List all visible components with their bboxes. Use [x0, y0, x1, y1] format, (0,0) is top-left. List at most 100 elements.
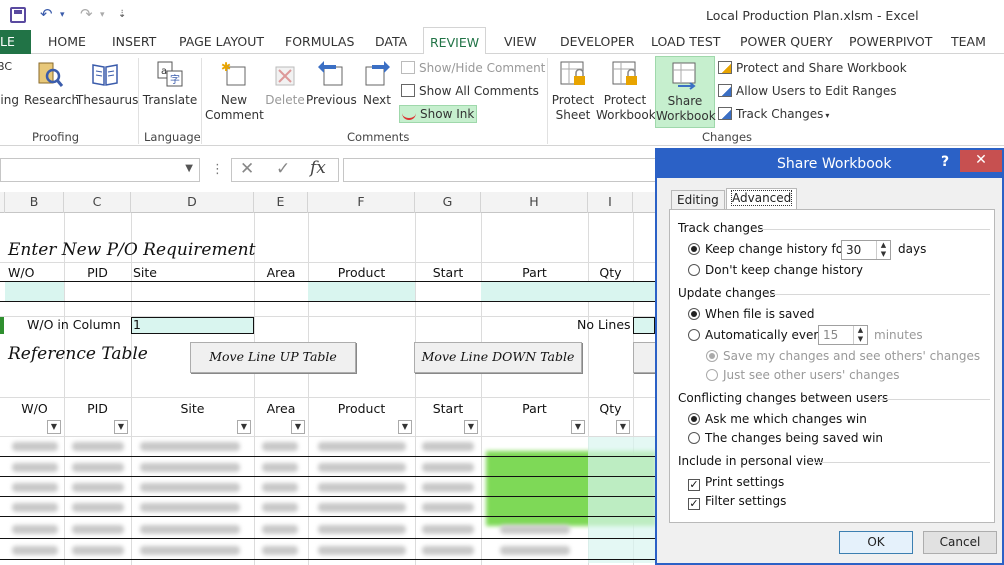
filter-settings-checkbox[interactable]: ✓ Filter settings [688, 494, 786, 510]
show-hide-comment-button[interactable]: Show/Hide Comment [401, 61, 545, 75]
move-line-up-button[interactable]: Move Line UP Table [190, 342, 356, 373]
cancel-button[interactable]: Cancel [923, 531, 997, 554]
tab-page-layout[interactable]: PAGE LAYOUT [179, 34, 264, 49]
input-cell-wo[interactable] [5, 282, 64, 301]
close-icon[interactable]: ✕ [960, 150, 1002, 172]
print-settings-checkbox[interactable]: ✓ Print settings [688, 475, 784, 491]
translate-button[interactable]: a字 Translate [142, 59, 198, 108]
tab-review[interactable]: REVIEW [423, 27, 487, 55]
name-box-dropdown-icon[interactable]: ▼ [185, 163, 193, 174]
cancel-icon[interactable]: ✕ [240, 159, 254, 179]
tab-home[interactable]: HOME [48, 34, 86, 49]
protect-sheet-button[interactable]: Protect Sheet [551, 59, 595, 123]
share-workbook-button[interactable]: Share Workbook [655, 56, 716, 128]
save-mine-radio[interactable]: Save my changes and see others' changes [706, 349, 980, 363]
show-ink-icon [402, 107, 416, 120]
header-wo: W/O [8, 265, 35, 280]
group-changes: Changes [702, 130, 753, 144]
enter-icon[interactable]: ✓ [276, 159, 290, 179]
header-start: Start [432, 265, 464, 280]
customize-toolbar-icon[interactable]: ⇣ [118, 9, 126, 20]
undo-icon[interactable]: ↶ [40, 5, 53, 23]
col-header-h[interactable]: H [481, 192, 588, 213]
ok-button[interactable]: OK [839, 531, 913, 554]
tab-file[interactable]: LE [0, 30, 31, 54]
name-box[interactable]: ▼ [0, 158, 200, 182]
col-header-g[interactable]: G [415, 192, 481, 213]
input-cell-product[interactable] [308, 282, 415, 301]
redo-icon[interactable]: ↷ [80, 5, 93, 23]
filter-dropdown-icon[interactable]: ▼ [114, 420, 128, 434]
track-changes-button[interactable]: Track Changes ▾ [718, 107, 829, 121]
group-language: Language [144, 130, 201, 144]
header-qty: Qty [599, 265, 622, 280]
insert-function-icon[interactable]: fx [310, 158, 326, 178]
new-comment-button[interactable]: ✱ New Comment [205, 59, 264, 123]
tab-editing[interactable]: Editing [671, 190, 725, 210]
blurred-cell [12, 483, 58, 492]
col-header-c[interactable]: C [64, 192, 131, 213]
when-saved-label: When file is saved [705, 307, 815, 321]
move-line-down-button[interactable]: Move Line DOWN Table [414, 342, 582, 373]
blurred-cell [12, 525, 58, 534]
protect-workbook-button[interactable]: Protect Workbook [596, 59, 656, 123]
tab-power-query[interactable]: POWER QUERY [740, 34, 833, 49]
save-icon[interactable] [10, 7, 26, 23]
filter-dropdown-icon[interactable]: ▼ [47, 420, 61, 434]
spinner-arrows-icon[interactable]: ▲ ▼ [876, 241, 890, 259]
no-lines-input[interactable] [633, 317, 655, 334]
keep-history-radio[interactable]: Keep change history for: [688, 242, 852, 256]
col-header-i[interactable]: I [588, 192, 633, 213]
dont-keep-history-radio[interactable]: Don't keep change history [688, 263, 863, 277]
filter-dropdown-icon[interactable]: ▼ [616, 420, 630, 434]
thesaurus-button[interactable]: Thesaurus [76, 59, 138, 108]
undo-dropdown-icon[interactable]: ▾ [60, 10, 65, 20]
input-cell-part[interactable] [481, 282, 588, 301]
filter-dropdown-icon[interactable]: ▼ [464, 420, 478, 434]
tab-developer[interactable]: DEVELOPER [560, 34, 634, 49]
col-header-d[interactable]: D [131, 192, 254, 213]
previous-comment-button[interactable]: Previous [306, 59, 357, 108]
next-comment-button[interactable]: Next [358, 59, 396, 108]
delete-comment-button[interactable]: Delete [265, 59, 305, 108]
wo-in-column-input[interactable] [131, 317, 254, 334]
tab-view[interactable]: VIEW [504, 34, 537, 49]
tab-advanced[interactable]: Advanced [726, 188, 798, 210]
keep-days-spinner[interactable]: 30 ▲ ▼ [841, 240, 891, 260]
filter-dropdown-icon[interactable]: ▼ [398, 420, 412, 434]
just-see-radio[interactable]: Just see other users' changes [706, 368, 899, 382]
changes-saved-win-radio[interactable]: The changes being saved win [688, 431, 883, 445]
spelling-button[interactable]: BC ling [0, 59, 19, 108]
tab-team[interactable]: TEAM [951, 34, 986, 49]
ask-me-radio[interactable]: Ask me which changes win [688, 412, 867, 426]
col-header-e[interactable]: E [254, 192, 308, 213]
tab-data[interactable]: DATA [375, 34, 407, 49]
allow-users-edit-ranges-button[interactable]: Allow Users to Edit Ranges [718, 84, 896, 98]
blurred-cell [140, 463, 240, 472]
show-ink-button[interactable]: Show Ink [399, 105, 478, 123]
tab-formulas[interactable]: FORMULAS [285, 34, 354, 49]
when-saved-radio[interactable]: When file is saved [688, 307, 814, 321]
filter-dropdown-icon[interactable]: ▼ [291, 420, 305, 434]
help-icon[interactable]: ? [941, 154, 949, 170]
col-header-f[interactable]: F [308, 192, 415, 213]
filter-dropdown-icon[interactable]: ▼ [237, 420, 251, 434]
show-all-comments-button[interactable]: Show All Comments [401, 84, 539, 98]
input-cell-qty[interactable] [588, 282, 633, 301]
save-mine-label: Save my changes and see others' changes [723, 349, 981, 363]
tab-powerpivot[interactable]: POWERPIVOT [849, 34, 932, 49]
protect-share-workbook-button[interactable]: Protect and Share Workbook [718, 61, 907, 75]
tab-load-test[interactable]: LOAD TEST [651, 34, 720, 49]
radio-on [688, 243, 700, 255]
col-header-b[interactable]: B [5, 192, 64, 213]
protect-workbook-label-1: Protect [603, 93, 647, 107]
redo-dropdown-icon[interactable]: ▾ [100, 10, 105, 20]
tab-insert[interactable]: INSERT [112, 34, 156, 49]
auto-every-radio[interactable]: Automatically every: [688, 328, 829, 342]
auto-minutes-spinner[interactable]: 15 ▲ ▼ [818, 325, 868, 345]
input-cell-extra[interactable] [633, 282, 655, 301]
spinner-arrows-icon[interactable]: ▲ ▼ [853, 326, 867, 344]
research-button[interactable]: Research [24, 59, 79, 108]
filter-dropdown-icon[interactable]: ▼ [571, 420, 585, 434]
dialog-title-bar[interactable]: Share Workbook ? ✕ [657, 150, 1002, 178]
